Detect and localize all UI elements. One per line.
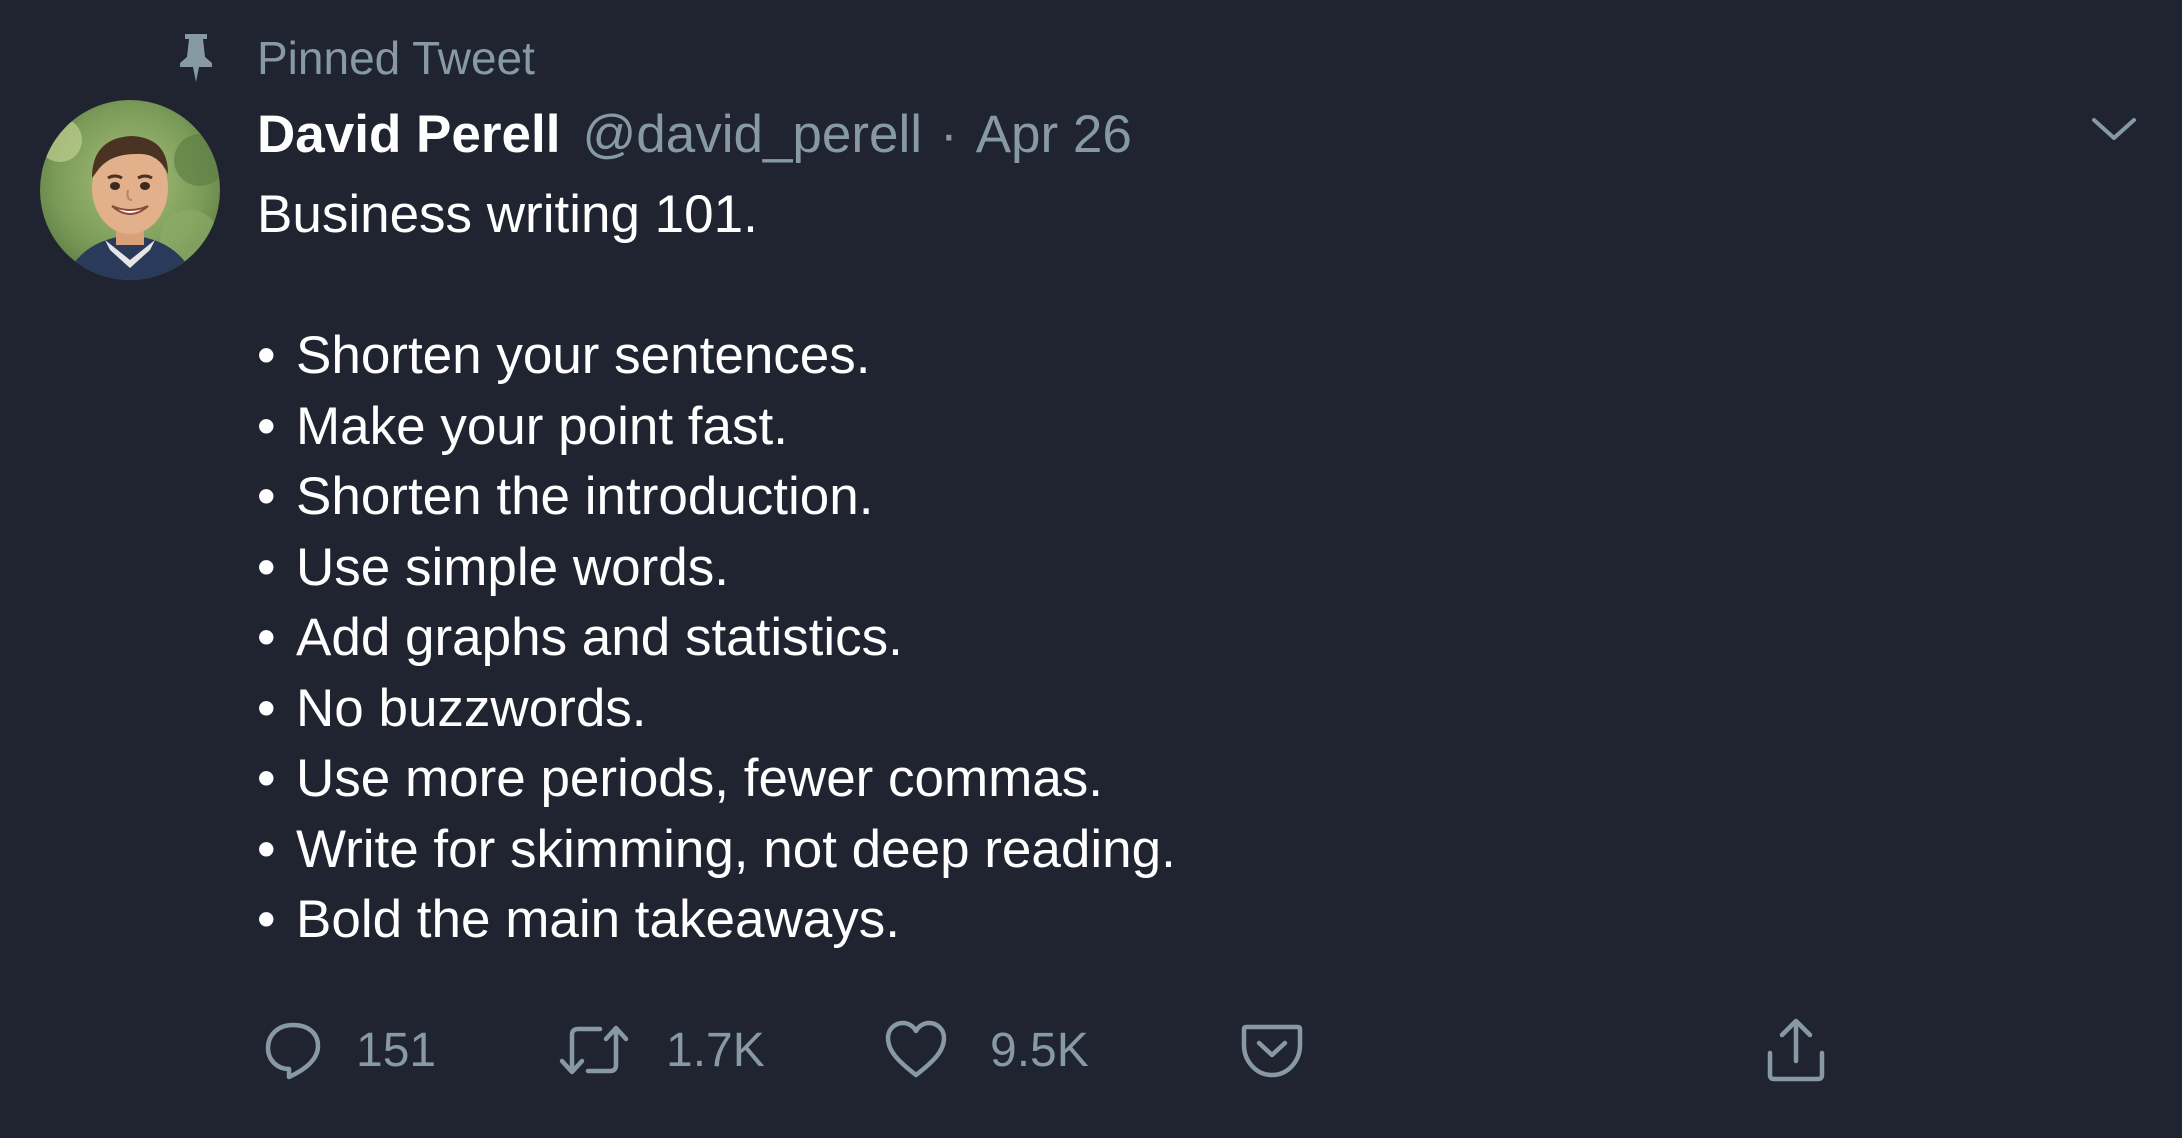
heart-icon [885, 1020, 947, 1078]
bullet-item: No buzzwords. [257, 674, 2057, 745]
reply-count: 151 [356, 1023, 437, 1077]
pocket-icon [1241, 1024, 1303, 1078]
bullet-item: Write for skimming, not deep reading. [257, 815, 2057, 886]
share-icon [1767, 1018, 1825, 1082]
share-button[interactable] [1764, 1010, 1828, 1090]
retweet-button[interactable]: 1.7K [558, 1010, 765, 1090]
retweet-count: 1.7K [666, 1023, 765, 1077]
tweet-bullet-list: Shorten your sentences. Make your point … [257, 321, 2057, 956]
pocket-button[interactable] [1240, 1010, 1304, 1090]
avatar[interactable] [40, 100, 220, 280]
pin-icon [180, 34, 212, 82]
bullet-item: Make your point fast. [257, 392, 2057, 463]
pinned-indicator: Pinned Tweet [172, 28, 535, 88]
header-separator: · [940, 105, 958, 164]
author-handle[interactable]: @david_perell [582, 104, 922, 165]
tweet-date[interactable]: Apr 26 [976, 104, 1132, 165]
avatar-image [40, 100, 220, 280]
bullet-item: Bold the main takeaways. [257, 885, 2057, 956]
bullet-item: Use more periods, fewer commas. [257, 744, 2057, 815]
retweet-icon [559, 1025, 629, 1075]
tweet-actions: 151 1.7K 9.5K [0, 1010, 2182, 1090]
bullet-item: Shorten your sentences. [257, 321, 2057, 392]
like-count: 9.5K [990, 1023, 1089, 1077]
bullet-item: Use simple words. [257, 533, 2057, 604]
bullet-item: Add graphs and statistics. [257, 603, 2057, 674]
tweet-header: David Perell @david_perell · Apr 26 [257, 104, 1132, 172]
tweet-intro: Business writing 101. [257, 185, 758, 244]
reply-icon [265, 1022, 321, 1080]
author-display-name[interactable]: David Perell [257, 104, 560, 165]
chevron-down-icon[interactable] [2090, 110, 2138, 150]
like-button[interactable]: 9.5K [884, 1010, 1089, 1090]
reply-button[interactable]: 151 [262, 1010, 436, 1090]
pinned-label: Pinned Tweet [257, 32, 535, 84]
bullet-item: Shorten the introduction. [257, 462, 2057, 533]
pinned-tweet[interactable]: Pinned Tweet David Perell @david_perell … [0, 0, 2182, 1138]
tweet-text: Business writing 101. Shorten your sente… [257, 180, 2057, 956]
